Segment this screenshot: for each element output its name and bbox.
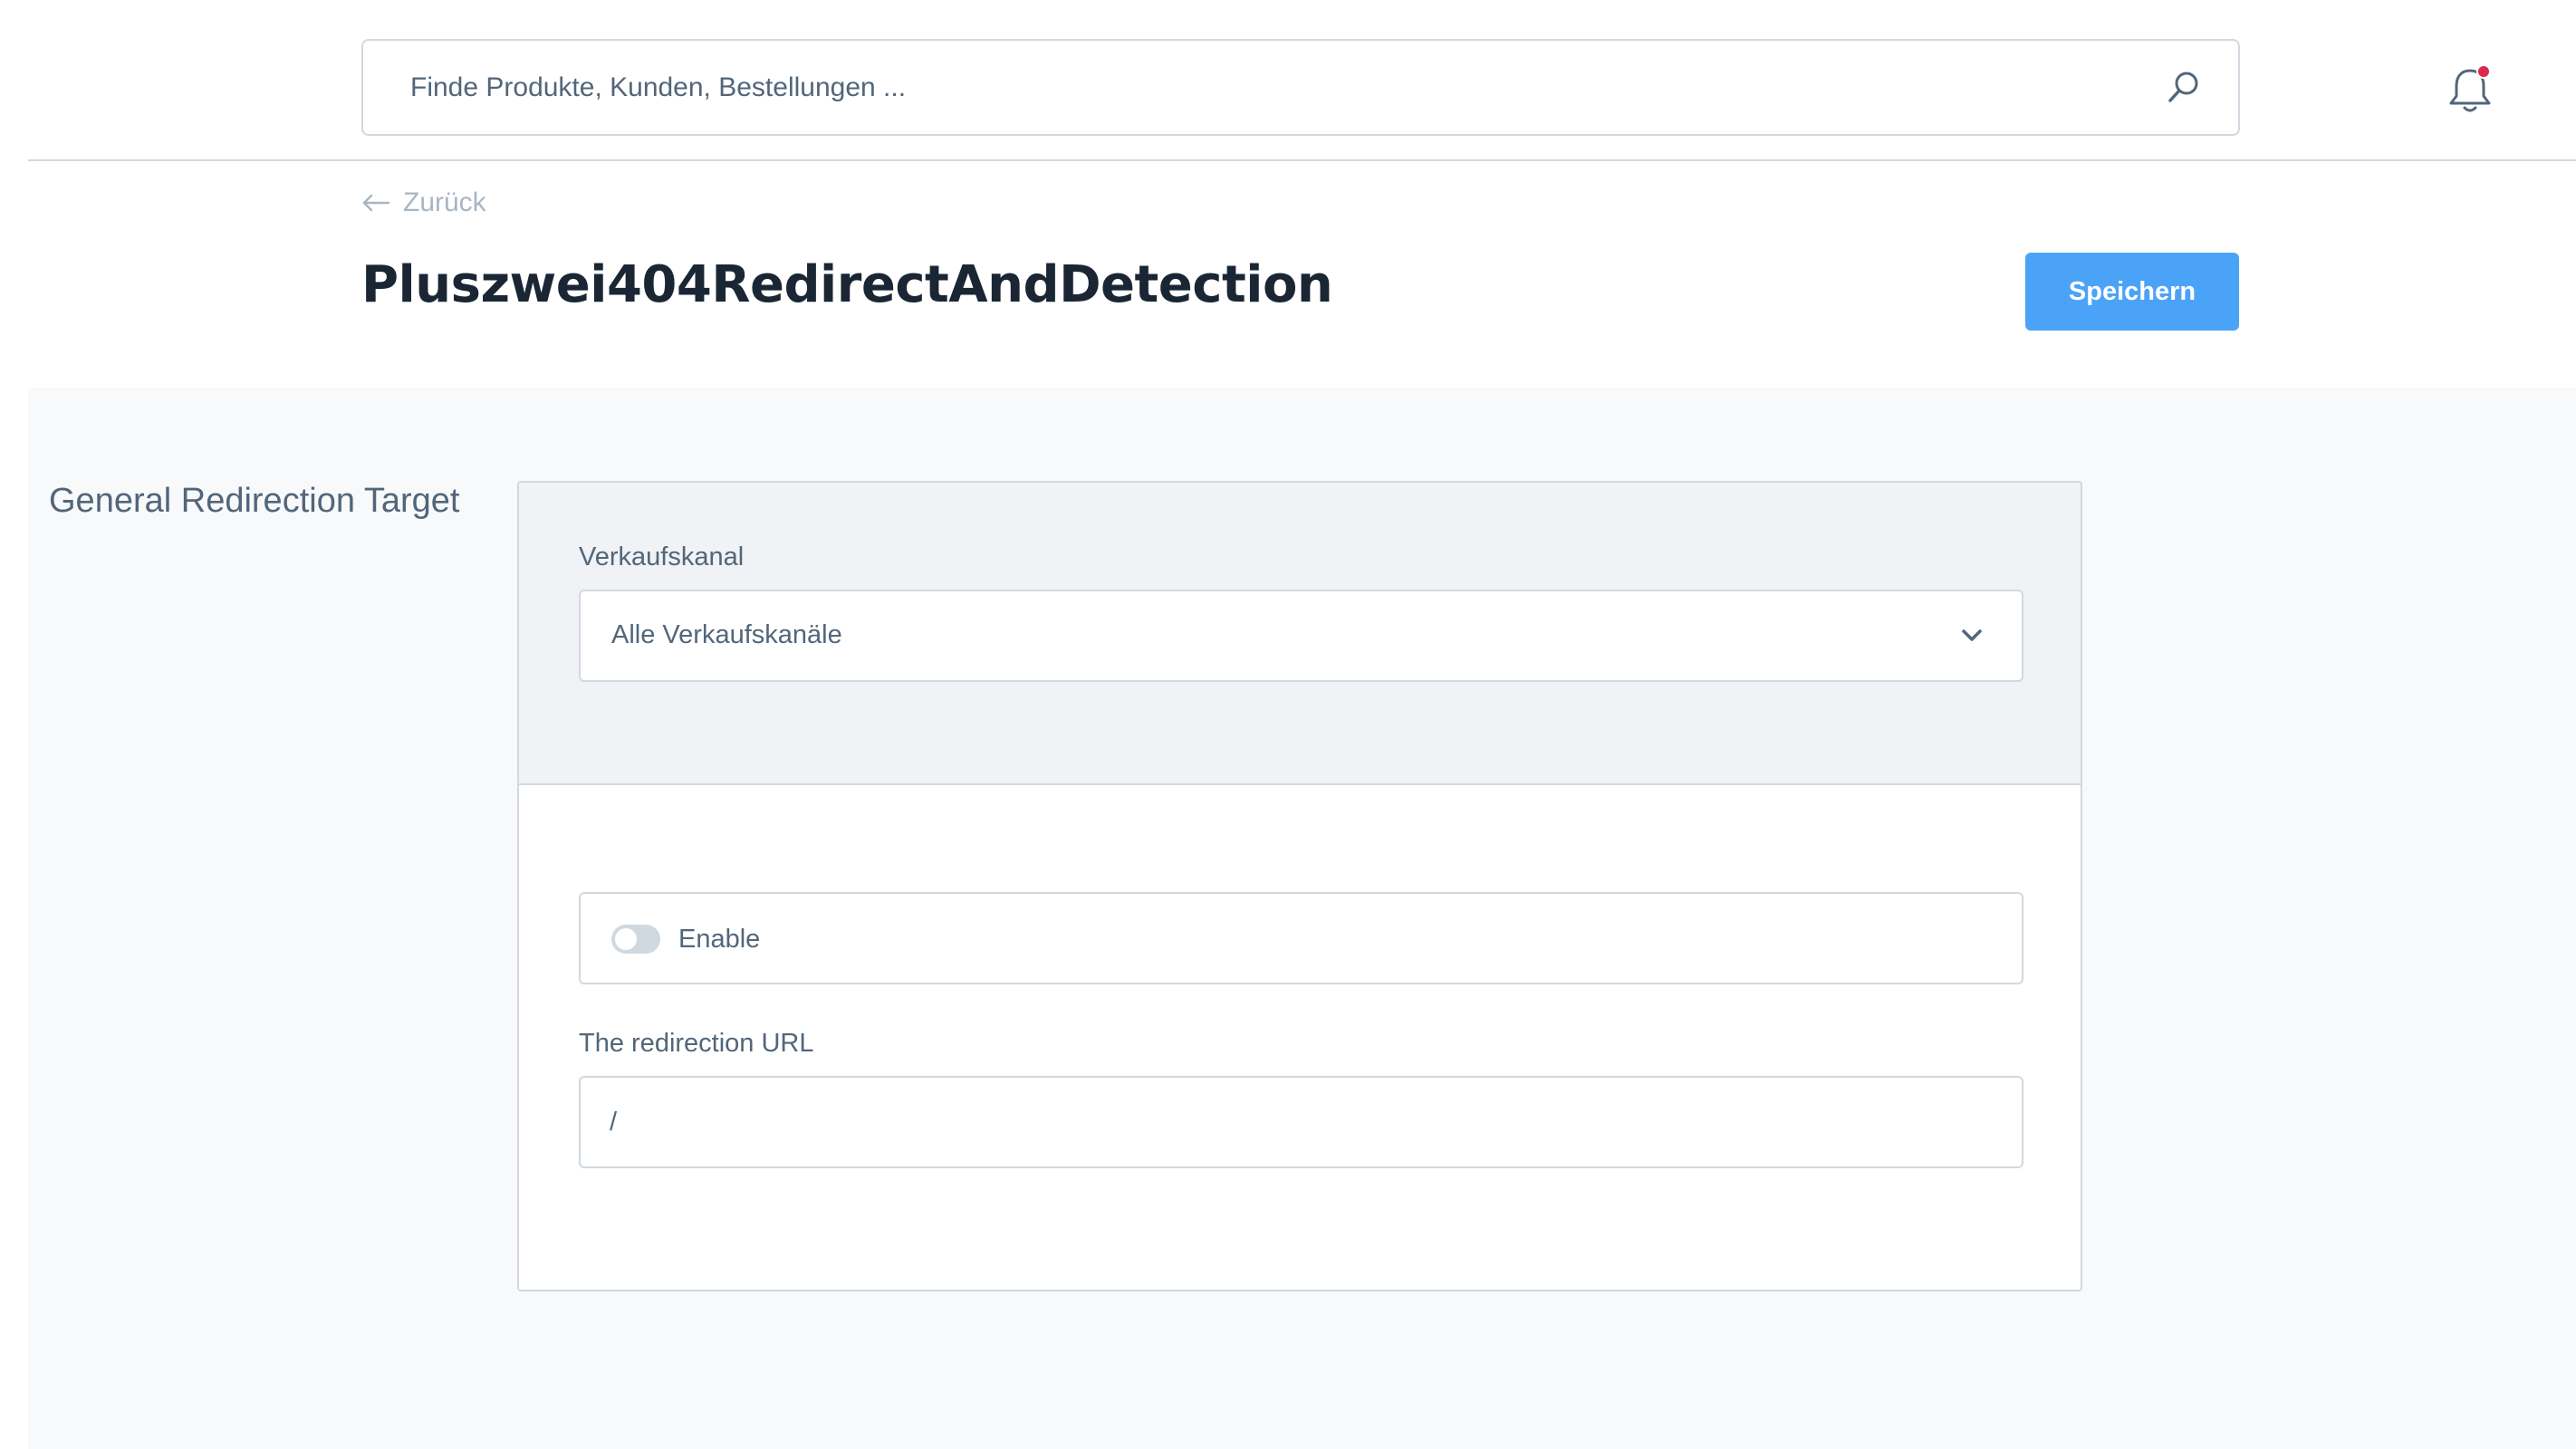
notification-dot <box>2476 64 2491 79</box>
sales-channel-header: Verkaufskanal Alle Verkaufskanäle <box>519 483 2081 785</box>
redirect-url-field <box>579 1076 2023 1168</box>
content-area: General Redirection Target Verkaufskanal… <box>28 388 2576 1449</box>
app-window: Zurück Pluszwei404RedirectAndDetection S… <box>0 0 2576 1449</box>
redirect-url-input[interactable] <box>610 1078 1986 1166</box>
sales-channel-label: Verkaufskanal <box>579 542 745 571</box>
page-title: Pluszwei404RedirectAndDetection <box>361 255 1333 314</box>
redirect-url-label: The redirection URL <box>579 1029 814 1058</box>
back-label: Zurück <box>403 187 486 217</box>
top-bar <box>28 0 2576 161</box>
search-icon[interactable] <box>2166 69 2202 105</box>
settings-card: Verkaufskanal Alle Verkaufskanäle Enable… <box>517 481 2082 1291</box>
search-input[interactable] <box>410 41 2131 134</box>
toggle-knob <box>615 928 637 950</box>
sales-channel-value: Alle Verkaufskanäle <box>611 620 842 649</box>
sales-channel-select[interactable]: Alle Verkaufskanäle <box>579 590 2023 682</box>
section-title: General Redirection Target <box>49 482 460 520</box>
global-search[interactable] <box>361 39 2240 136</box>
enable-label: Enable <box>678 925 761 954</box>
chevron-down-icon <box>1962 629 1982 641</box>
save-button[interactable]: Speichern <box>2025 253 2239 331</box>
enable-field: Enable <box>579 892 2023 984</box>
notification-bell-icon[interactable] <box>2446 63 2494 114</box>
back-link[interactable]: Zurück <box>361 185 486 221</box>
enable-toggle[interactable] <box>611 925 660 954</box>
arrow-left-icon <box>362 194 390 212</box>
